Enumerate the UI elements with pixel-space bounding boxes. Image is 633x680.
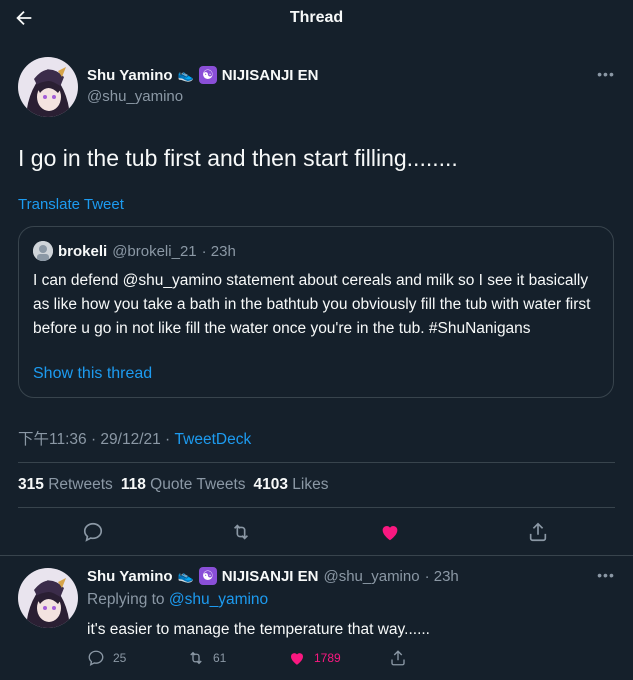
tweet-source-link[interactable]: TweetDeck	[175, 431, 252, 448]
likes-stat[interactable]: 4103 Likes	[254, 476, 329, 494]
retweets-label: Retweets	[48, 476, 113, 493]
divider	[18, 462, 615, 463]
comment-icon	[88, 650, 104, 667]
quoted-tweet-text: I can defend @shu_yamino statement about…	[33, 272, 591, 337]
reply-reply-button[interactable]: 25	[87, 648, 126, 668]
reply-more-options-button[interactable]: •••	[596, 567, 616, 587]
reply-display-name[interactable]: Shu Yamino	[87, 568, 173, 585]
heart-filled-icon	[291, 653, 303, 665]
quoted-tweet-header: brokeli @brokeli_21 · 23h	[33, 241, 236, 261]
reply-tweet-text: it's easier to manage the temperature th…	[87, 621, 430, 638]
quotes-count: 118	[120, 476, 146, 493]
reply-share-button[interactable]	[389, 648, 407, 668]
reply-button[interactable]	[78, 517, 108, 547]
comment-icon	[83, 522, 103, 542]
more-options-button[interactable]: •••	[596, 66, 616, 86]
replying-to: Replying to @shu_yamino	[87, 591, 268, 609]
reply-author-row: Shu Yamino 👟 ☯ NIJISANJI EN @shu_yamino …	[87, 567, 459, 585]
shoe-emoji-icon: 👟	[177, 568, 194, 583]
replying-prefix: Replying to	[87, 591, 165, 608]
author-name-row: Shu Yamino 👟 ☯ NIJISANJI EN	[87, 66, 318, 84]
like-button[interactable]	[375, 517, 405, 547]
page-title: Thread	[289, 9, 344, 26]
more-horizontal-icon: •••	[597, 66, 615, 82]
heart-filled-icon	[382, 526, 398, 541]
thread-header: Thread	[0, 0, 633, 36]
quoted-avatar	[33, 241, 53, 261]
author-display-name[interactable]: Shu Yamino	[87, 67, 173, 84]
shoe-emoji-icon: 👟	[177, 67, 194, 82]
divider	[0, 555, 633, 556]
author-handle[interactable]: @shu_yamino	[87, 88, 183, 105]
reply-like-button[interactable]: 1789	[288, 648, 341, 668]
yin-yang-emoji-icon: ☯	[198, 66, 217, 84]
tweet-action-bar	[0, 517, 633, 547]
avatar-image	[18, 568, 78, 628]
show-thread-link[interactable]: Show this thread	[33, 365, 152, 383]
quoted-tweet[interactable]: brokeli @brokeli_21 · 23h I can defend @…	[18, 226, 614, 398]
reply-retweet-button[interactable]: 61	[187, 648, 226, 668]
reply-count: 25	[113, 651, 127, 665]
reply-time[interactable]: · 23h	[425, 568, 459, 585]
share-button[interactable]	[523, 517, 553, 547]
retweet-count: 61	[213, 651, 227, 665]
retweet-icon	[190, 651, 202, 665]
retweet-button[interactable]	[226, 517, 256, 547]
share-icon	[391, 650, 405, 666]
timestamp-text[interactable]: 下午11:36 · 29/12/21 ·	[18, 431, 175, 448]
likes-label: Likes	[292, 476, 329, 493]
retweet-icon	[233, 524, 249, 540]
translate-tweet-link[interactable]: Translate Tweet	[18, 196, 124, 213]
avatar-image	[18, 57, 78, 117]
retweets-stat[interactable]: 315 Retweets	[18, 476, 113, 494]
share-icon	[529, 522, 547, 542]
replying-mention-link[interactable]: @shu_yamino	[169, 591, 268, 608]
quoted-display-name: brokeli	[58, 242, 108, 260]
quote-tweets-stat[interactable]: 118 Quote Tweets	[121, 476, 246, 494]
avatar[interactable]	[18, 57, 78, 117]
tweet-timestamp: 下午11:36 · 29/12/21 · TweetDeck	[18, 427, 251, 449]
reply-avatar[interactable]	[18, 568, 78, 628]
divider	[18, 507, 615, 508]
author-org-name[interactable]: NIJISANJI EN	[222, 67, 319, 84]
more-horizontal-icon: •••	[597, 567, 615, 583]
retweets-count: 315	[18, 476, 44, 493]
reply-action-bar: 25 61 1789	[0, 648, 633, 668]
reply-handle[interactable]: @shu_yamino	[323, 568, 419, 585]
quoted-time: · 23h	[201, 242, 236, 260]
yin-yang-emoji-icon: ☯	[198, 567, 217, 585]
tweet-stats: 315 Retweets 118 Quote Tweets 4103 Likes	[18, 476, 328, 494]
tweet-text: I go in the tub first and then start fil…	[18, 145, 458, 171]
reply-org-name[interactable]: NIJISANJI EN	[222, 568, 319, 585]
likes-count: 4103	[253, 476, 288, 493]
quoted-handle: @brokeli_21	[112, 242, 197, 260]
like-count: 1789	[314, 651, 341, 665]
quotes-label: Quote Tweets	[150, 476, 246, 493]
